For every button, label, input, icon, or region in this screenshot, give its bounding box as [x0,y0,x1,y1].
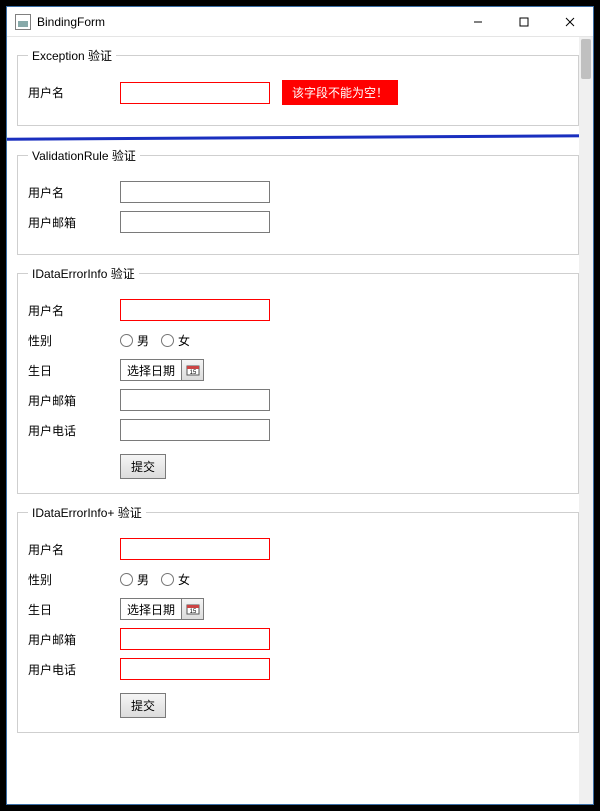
maximize-icon [519,17,529,27]
input-username[interactable] [120,181,270,203]
submit-button[interactable]: 提交 [120,454,166,479]
label-gender: 性别 [28,571,120,588]
window-title: BindingForm [37,15,105,29]
row-submit: 提交 [28,693,568,718]
submit-button[interactable]: 提交 [120,693,166,718]
radio-male[interactable]: 男 [120,571,149,588]
datepicker-text: 选择日期 [121,362,181,379]
datepicker[interactable]: 选择日期 15 [120,359,204,381]
close-icon [565,17,575,27]
radio-male-input[interactable] [120,334,133,347]
row-username: 用户名 [28,180,568,204]
label-username: 用户名 [28,541,120,558]
radio-female-label: 女 [178,332,190,349]
scrollbar-thumb[interactable] [581,39,591,79]
group-legend: IDataErrorInfo+ 验证 [28,504,146,521]
label-phone: 用户电话 [28,661,120,678]
maximize-button[interactable] [501,7,547,37]
app-window: BindingForm Exception 验证 用户名 该字段不能为空！ Va… [6,6,594,805]
separator-line [7,134,589,141]
row-birthday: 生日 选择日期 15 [28,597,568,621]
vertical-scrollbar[interactable] [579,37,593,804]
label-phone: 用户电话 [28,422,120,439]
row-birthday: 生日 选择日期 15 [28,358,568,382]
radio-female-input[interactable] [161,334,174,347]
radio-female-label: 女 [178,571,190,588]
row-email: 用户邮箱 [28,210,568,234]
row-email: 用户邮箱 [28,627,568,651]
input-phone[interactable] [120,658,270,680]
svg-text:15: 15 [189,609,196,615]
label-gender: 性别 [28,332,120,349]
label-birthday: 生日 [28,601,120,618]
radio-male-label: 男 [137,332,149,349]
group-legend: ValidationRule 验证 [28,147,140,164]
radio-group-gender: 男 女 [120,571,190,588]
row-phone: 用户电话 [28,657,568,681]
input-username[interactable] [120,82,270,104]
label-username: 用户名 [28,302,120,319]
titlebar: BindingForm [7,7,593,37]
error-badge: 该字段不能为空！ [282,80,398,105]
group-legend: Exception 验证 [28,47,116,64]
groupbox-exception: Exception 验证 用户名 该字段不能为空！ [17,47,579,126]
label-email: 用户邮箱 [28,214,120,231]
datepicker[interactable]: 选择日期 15 [120,598,204,620]
minimize-icon [473,17,483,27]
radio-female-input[interactable] [161,573,174,586]
datepicker-text: 选择日期 [121,601,181,618]
radio-male-label: 男 [137,571,149,588]
radio-male-input[interactable] [120,573,133,586]
groupbox-validationrule: ValidationRule 验证 用户名 用户邮箱 [17,147,579,255]
radio-female[interactable]: 女 [161,571,190,588]
svg-text:15: 15 [189,370,196,376]
group-legend: IDataErrorInfo 验证 [28,265,139,282]
client-area: Exception 验证 用户名 该字段不能为空！ ValidationRule… [7,37,593,804]
row-gender: 性别 男 女 [28,328,568,352]
row-phone: 用户电话 [28,418,568,442]
row-submit: 提交 [28,454,568,479]
groupbox-idataerrorinfo: IDataErrorInfo 验证 用户名 性别 男 女 [17,265,579,494]
input-email[interactable] [120,211,270,233]
label-email: 用户邮箱 [28,631,120,648]
row-username: 用户名 [28,537,568,561]
input-email[interactable] [120,628,270,650]
input-phone[interactable] [120,419,270,441]
row-email: 用户邮箱 [28,388,568,412]
label-username: 用户名 [28,84,120,101]
radio-group-gender: 男 女 [120,332,190,349]
input-username[interactable] [120,299,270,321]
input-username[interactable] [120,538,270,560]
close-button[interactable] [547,7,593,37]
label-email: 用户邮箱 [28,392,120,409]
row-gender: 性别 男 女 [28,567,568,591]
groupbox-idataerrorinfo-plus: IDataErrorInfo+ 验证 用户名 性别 男 女 [17,504,579,733]
label-birthday: 生日 [28,362,120,379]
calendar-icon[interactable]: 15 [181,599,203,619]
label-username: 用户名 [28,184,120,201]
calendar-icon[interactable]: 15 [181,360,203,380]
input-email[interactable] [120,389,270,411]
radio-female[interactable]: 女 [161,332,190,349]
app-icon [15,14,31,30]
minimize-button[interactable] [455,7,501,37]
row-username: 用户名 [28,298,568,322]
row-username: 用户名 该字段不能为空！ [28,80,568,105]
radio-male[interactable]: 男 [120,332,149,349]
